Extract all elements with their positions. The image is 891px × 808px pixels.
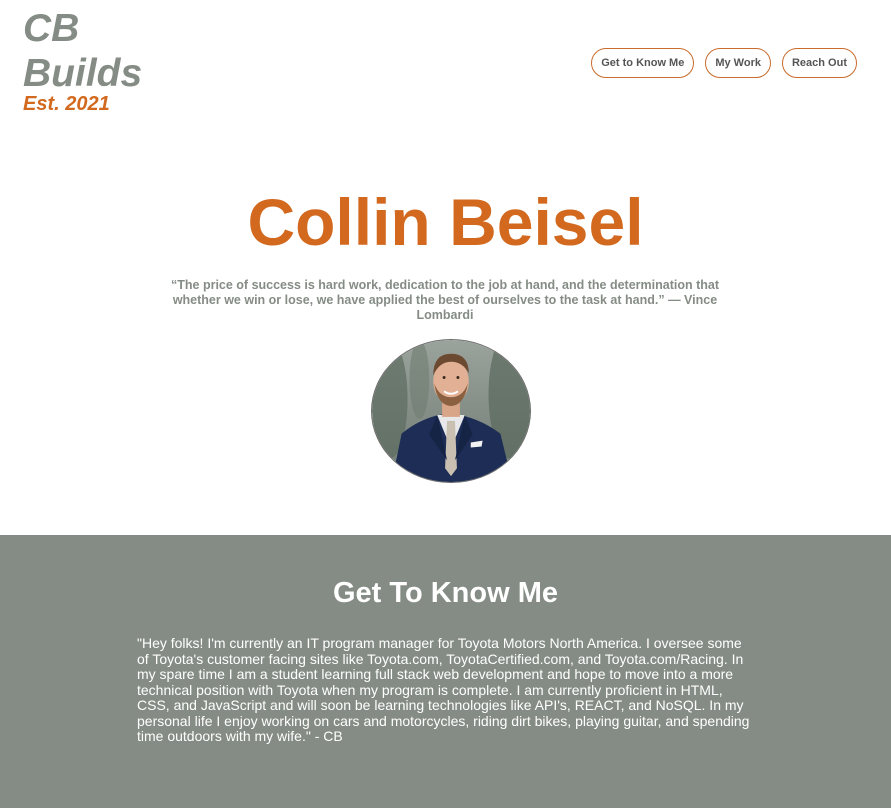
logo-line-1: CB bbox=[23, 7, 80, 50]
hero-quote: “The price of success is hard work, dedi… bbox=[171, 278, 719, 322]
page: CB Builds Est. 2021 Get to Know Me My Wo… bbox=[0, 0, 891, 808]
logo-established: Est. 2021 bbox=[23, 93, 110, 115]
nav-get-to-know-me-button[interactable]: Get to Know Me bbox=[591, 48, 695, 78]
about-section: Get To Know Me "Hey folks! I'm currently… bbox=[0, 535, 891, 808]
site-logo[interactable]: CB Builds Est. 2021 bbox=[23, 6, 142, 115]
profile-photo bbox=[371, 339, 531, 483]
logo-line-2: Builds bbox=[23, 52, 143, 95]
about-body: "Hey folks! I'm currently an IT program … bbox=[137, 635, 750, 744]
nav-reach-out-button[interactable]: Reach Out bbox=[781, 48, 857, 78]
profile-photo-image bbox=[372, 340, 530, 482]
hero-name: Collin Beisel bbox=[247, 185, 644, 259]
main-nav: Get to Know Me My Work Reach Out bbox=[591, 48, 857, 78]
nav-my-work-button[interactable]: My Work bbox=[705, 48, 771, 78]
about-heading: Get To Know Me bbox=[332, 577, 558, 609]
